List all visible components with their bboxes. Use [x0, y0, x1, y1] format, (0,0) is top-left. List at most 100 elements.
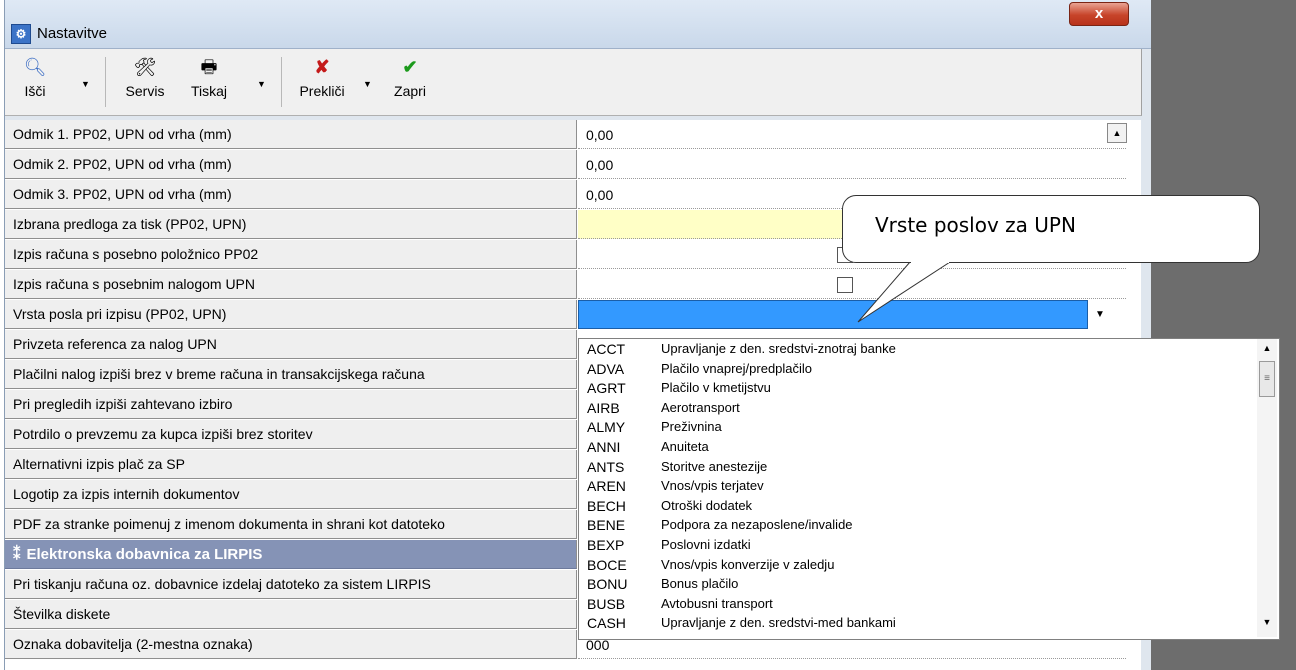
cancel-button[interactable]: ✘ Prekliči [291, 55, 353, 99]
scroll-thumb[interactable]: ≡ [1259, 361, 1275, 397]
list-item[interactable]: AGRT Plačilo v kmetijstvu [579, 380, 1249, 398]
service-tool-icon: 🛠︎ [133, 57, 157, 77]
magnifier-icon: 🔍︎ [23, 57, 47, 77]
setting-label: Oznaka dobavitelja (2-mestna oznaka) [5, 630, 577, 659]
close-button[interactable]: ✔ Zapri [385, 55, 435, 99]
setting-row: Izpis računa s posebnim nalogom UPN [5, 270, 1141, 300]
setting-label: Vrsta posla pri izpisu (PP02, UPN) [5, 300, 577, 329]
list-item[interactable]: ACCT Upravljanje z den. sredstvi-znotraj … [579, 341, 1249, 359]
list-item[interactable]: CASH Upravljanje z den. sredstvi-med bank… [579, 615, 1249, 633]
option-description: Upravljanje z den. sredstvi-znotraj bank… [661, 341, 896, 356]
option-description: Plačilo vnaprej/predplačilo [661, 361, 813, 376]
option-description: Preživnina [661, 419, 722, 434]
app-icon: ⚙ [11, 24, 31, 44]
option-description: Poslovni izdatki [661, 537, 751, 552]
setting-value-input[interactable]: 0,00 [578, 120, 1126, 149]
section-title: Elektronska dobavnica za LIRPIS [26, 546, 263, 563]
setting-value-input[interactable]: 0,00 [578, 150, 1126, 179]
setting-label: Alternativni izpis plač za SP [5, 450, 577, 479]
option-description: Anuiteta [661, 439, 709, 454]
list-item[interactable]: ALMY Preživnina [579, 419, 1249, 437]
list-item[interactable]: BONU Bonus plačilo [579, 576, 1249, 594]
option-code: ACCT [587, 341, 626, 357]
select-dropdown-arrow[interactable]: ▼ [1089, 300, 1111, 329]
option-code: CASH [587, 615, 626, 631]
print-label: Tiskaj [190, 83, 228, 99]
option-description: Plačilo v kmetijstvu [661, 380, 771, 395]
scroll-up-arrow-icon[interactable]: ▲ [1257, 343, 1277, 353]
setting-label: Odmik 3. PP02, UPN od vrha (mm) [5, 180, 577, 209]
callout-bubble: Vrste poslov za UPN [842, 195, 1260, 263]
option-code: BOCE [587, 557, 627, 573]
setting-label: Logotip za izpis internih dokumentov [5, 480, 577, 509]
setting-label: PDF za stranke poimenuj z imenom dokumen… [5, 510, 577, 539]
option-code: AREN [587, 478, 626, 494]
setting-label: Plačilni nalog izpiši brez v breme račun… [5, 360, 577, 389]
setting-row: Odmik 2. PP02, UPN od vrha (mm) 0,00 [5, 150, 1141, 180]
title-bar: ⚙ Nastavitve x [5, 0, 1151, 49]
option-description: Vnos/vpis konverzije v zaledju [661, 557, 835, 572]
option-description: Bonus plačilo [661, 576, 739, 591]
close-window-button[interactable]: x [1069, 2, 1129, 26]
cancel-label: Prekliči [299, 83, 345, 99]
option-code: ADVA [587, 361, 625, 377]
business-type-select[interactable] [578, 300, 1088, 329]
option-description: Storitve anestezije [661, 459, 768, 474]
setting-label: Odmik 2. PP02, UPN od vrha (mm) [5, 150, 577, 179]
list-item[interactable]: BEXP Poslovni izdatki [579, 537, 1249, 555]
grid-scroll-up-button[interactable]: ▲ [1107, 123, 1127, 143]
setting-row: Vrsta posla pri izpisu (PP02, UPN) ▼ [5, 300, 1141, 330]
option-description: Aerotransport [661, 400, 740, 415]
list-item[interactable]: ANTS Storitve anestezije [579, 459, 1249, 477]
option-description: Upravljanje z den. sredstvi-med bankami [661, 615, 896, 630]
section-header-label: ⁑ Elektronska dobavnica za LIRPIS [5, 540, 577, 569]
list-item[interactable]: BOCE Vnos/vpis konverzije v zaledju [579, 557, 1249, 575]
option-code: BONU [587, 576, 628, 592]
search-button[interactable]: 🔍︎ Išči [13, 55, 57, 99]
setting-label: Pri tiskanju računa oz. dobavnice izdela… [5, 570, 577, 599]
list-item[interactable]: ADVA Plačilo vnaprej/predplačilo [579, 361, 1249, 379]
print-dropdown-arrow[interactable]: ▼ [257, 79, 266, 89]
window-title: Nastavitve [37, 25, 108, 42]
list-item[interactable]: ANNI Anuiteta [579, 439, 1249, 457]
list-item[interactable]: BENE Podpora za nezaposlene/invalide [579, 517, 1249, 535]
list-item[interactable]: AREN Vnos/vpis terjatev [579, 478, 1249, 496]
service-button[interactable]: 🛠︎ Servis [117, 55, 173, 99]
option-code: AGRT [587, 380, 626, 396]
green-check-icon: ✔ [402, 57, 418, 77]
printer-icon: 🖶 [200, 57, 218, 77]
setting-label: Potrdilo o prevzemu za kupca izpiši brez… [5, 420, 577, 449]
search-dropdown-arrow[interactable]: ▼ [81, 79, 90, 89]
setting-label: Izpis računa s posebnim nalogom UPN [5, 270, 577, 299]
list-item[interactable]: AIRB Aerotransport [579, 400, 1249, 418]
setting-row: Odmik 1. PP02, UPN od vrha (mm) 0,00 [5, 120, 1141, 150]
print-button[interactable]: 🖶 Tiskaj [181, 55, 237, 99]
setting-label: Izbrana predloga za tisk (PP02, UPN) [5, 210, 577, 239]
option-code: AIRB [587, 400, 620, 416]
option-code: BECH [587, 498, 626, 514]
search-label: Išči [24, 83, 46, 99]
list-item[interactable]: BUSB Avtobusni transport [579, 596, 1249, 614]
close-label: Zapri [394, 83, 426, 99]
collapse-icon[interactable]: ⁑ [13, 546, 21, 563]
business-type-dropdown-list: ACCT Upravljanje z den. sredstvi-znotraj … [578, 338, 1280, 640]
upn-checkbox[interactable] [837, 277, 853, 293]
option-code: BUSB [587, 596, 626, 612]
dropdown-scrollbar[interactable]: ▲ ≡ ▼ [1257, 339, 1277, 637]
toolbar-separator [281, 57, 282, 107]
option-code: ALMY [587, 419, 626, 435]
scroll-down-arrow-icon[interactable]: ▼ [1257, 617, 1277, 627]
setting-label: Pri pregledih izpiši zahtevano izbiro [5, 390, 577, 419]
service-label: Servis [125, 83, 165, 99]
red-x-icon: ✘ [314, 57, 330, 77]
list-item[interactable]: BECH Otroški dodatek [579, 498, 1249, 516]
setting-label: Izpis računa s posebno položnico PP02 [5, 240, 577, 269]
setting-label: Odmik 1. PP02, UPN od vrha (mm) [5, 120, 577, 149]
option-code: ANNI [587, 439, 621, 455]
option-description: Avtobusni transport [661, 596, 773, 611]
cancel-dropdown-arrow[interactable]: ▼ [363, 79, 372, 89]
option-description: Vnos/vpis terjatev [661, 478, 764, 493]
toolbar-separator [105, 57, 106, 107]
setting-label: Številka diskete [5, 600, 577, 629]
option-description: Otroški dodatek [661, 498, 753, 513]
